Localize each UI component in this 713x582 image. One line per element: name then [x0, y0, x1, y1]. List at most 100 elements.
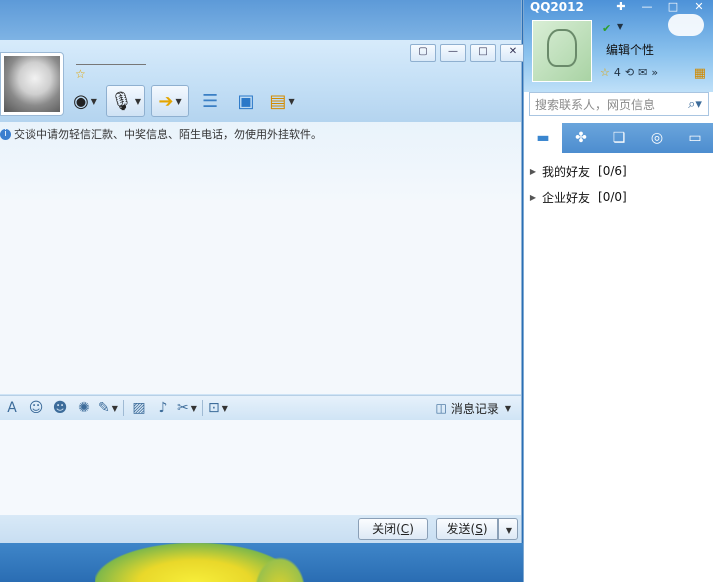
- search-icon[interactable]: ⌕▾: [682, 97, 708, 112]
- close-label-end: ): [409, 522, 414, 536]
- group-count: [0/0]: [598, 190, 627, 204]
- info-icon: i: [0, 128, 11, 140]
- close-button[interactable]: ✕: [688, 0, 710, 13]
- pen-icon: ✎: [98, 400, 110, 416]
- screenshot-button[interactable]: ✂ ▼: [175, 398, 199, 418]
- contact-group[interactable]: ▶ 我的好友 [0/6]: [524, 158, 713, 184]
- expand-arrow-icon: ▶: [529, 166, 537, 176]
- vip-emoji-button[interactable]: ☻: [48, 398, 72, 418]
- magic-emoji-button[interactable]: ✺: [72, 398, 96, 418]
- notice-text: 交谈中请勿轻信汇款、中奖信息、陌生电话，勿使用外挂软件。: [14, 128, 322, 141]
- close-label: 关闭(: [372, 522, 401, 536]
- tab-contacts[interactable]: ▬: [524, 123, 562, 153]
- webcam-icon: ◉: [73, 90, 89, 112]
- contact-groups: ▶ 我的好友 [0/6] ▶ 企业好友 [0/0]: [524, 158, 713, 210]
- contact-search[interactable]: 搜索联系人，网页信息 ⌕▾: [529, 92, 709, 116]
- close-button[interactable]: 关闭(C): [358, 518, 428, 540]
- chevron-down-icon: ▼: [175, 96, 182, 106]
- image-icon: ▨: [132, 400, 146, 416]
- online-status-icon[interactable]: ✔: [602, 22, 611, 35]
- multi-chat-button[interactable]: ☰: [195, 86, 225, 116]
- chevron-down-icon: ▼: [90, 96, 97, 106]
- tab-weibo[interactable]: ◎: [638, 123, 676, 153]
- skin-button[interactable]: ▢: [410, 44, 436, 62]
- history-label: 消息记录: [450, 401, 499, 416]
- star-icon: ☆: [75, 67, 86, 81]
- app-button[interactable]: ▤ ▼: [267, 86, 297, 116]
- emoji-button[interactable]: ☺: [24, 398, 48, 418]
- weibo-icon: ◎: [650, 130, 664, 146]
- voice-button[interactable]: 🎙 ▼: [106, 85, 146, 117]
- chat-window: ☆ ▢ — □ ✕ ◉ ▼ 🎙 ▼ ➔ ▼ ☰ ▣ ▤ ▼ i 交谈中请勿轻信汇款、中奖…: [0, 0, 526, 543]
- qzone-icon[interactable]: ⟲: [625, 66, 634, 79]
- maximize-button[interactable]: □: [662, 0, 684, 13]
- contact-group[interactable]: ▶ 企业好友 [0/0]: [524, 184, 713, 210]
- avatar-image: [4, 56, 60, 112]
- chevron-down-icon[interactable]: ▼: [617, 22, 623, 31]
- vip-face-icon: ☻: [52, 400, 68, 416]
- qq-title: QQ2012: [530, 0, 584, 14]
- font-button[interactable]: A: [0, 398, 24, 418]
- tab-groups[interactable]: ✤: [562, 123, 600, 153]
- more-icon[interactable]: »: [651, 66, 658, 79]
- send-button[interactable]: 发送(S): [436, 518, 498, 540]
- qq-main-panel: QQ2012 ✚ — □ ✕ ✔ ▼ 编辑个性 ☆ 4 ⟲ ✉ » ▦ 搜索联系…: [523, 0, 713, 582]
- minimize-button[interactable]: —: [636, 0, 658, 13]
- send-image-button[interactable]: ▨: [127, 398, 151, 418]
- qq-tabs: ▬ ✤ ❏ ◎ ▭: [524, 123, 713, 153]
- qq-window-controls: ✚ — □ ✕: [610, 0, 710, 13]
- chat-list-icon: ☰: [201, 90, 219, 112]
- chevron-down-icon: ▼: [190, 403, 197, 413]
- music-button[interactable]: ♪: [151, 398, 175, 418]
- history-icon: ◫: [435, 401, 447, 415]
- clover-icon: ✤: [575, 130, 587, 146]
- chevron-down-icon: ▼: [504, 403, 511, 413]
- mail-icon[interactable]: ✉: [638, 66, 647, 79]
- minimize-button[interactable]: —: [440, 44, 466, 62]
- close-shortcut: C: [400, 522, 410, 536]
- group-count: [0/6]: [598, 164, 627, 178]
- video-button[interactable]: ◉ ▼: [70, 86, 100, 116]
- send-shortcut: S: [475, 522, 483, 536]
- group-name: 我的好友: [542, 164, 591, 179]
- font-icon: A: [7, 400, 17, 416]
- recent-chat-icon: ▭: [688, 130, 702, 146]
- my-avatar[interactable]: [532, 20, 592, 82]
- contact-name-underline: [76, 64, 146, 65]
- chat-toolbar: ◉ ▼ 🎙 ▼ ➔ ▼ ☰ ▣ ▤ ▼: [70, 84, 297, 118]
- signature[interactable]: 编辑个性: [606, 41, 654, 58]
- app-box-icon[interactable]: ▦: [694, 66, 706, 81]
- tab-discussions[interactable]: ❏: [600, 123, 638, 153]
- toolbox-button[interactable]: ⊡ ▼: [206, 398, 230, 418]
- settings-icon[interactable]: ✚: [610, 0, 632, 13]
- monitor-icon: ▣: [237, 90, 255, 112]
- maximize-button[interactable]: □: [470, 44, 496, 62]
- tab-recent[interactable]: ▭: [676, 123, 713, 153]
- remote-desktop-button[interactable]: ▣: [231, 86, 261, 116]
- message-history-button[interactable]: ◫ 消息记录 ▼: [435, 396, 511, 420]
- desktop-flower-2: [250, 551, 310, 582]
- chevron-down-icon: ▼: [111, 403, 118, 413]
- send-options-button[interactable]: ▼: [498, 518, 518, 540]
- chevron-down-icon: ▼: [221, 403, 228, 413]
- microphone-icon: 🎙: [110, 90, 133, 112]
- handwriting-button[interactable]: ✎ ▼: [96, 398, 120, 418]
- level-star-icon[interactable]: ☆: [600, 66, 610, 79]
- scissors-icon: ✂: [177, 400, 189, 416]
- message-input[interactable]: [0, 420, 521, 515]
- search-input[interactable]: 搜索联系人，网页信息: [530, 96, 682, 113]
- qq-status-icons: ☆ 4 ⟲ ✉ »: [600, 66, 658, 79]
- weather-cloud-icon[interactable]: [668, 14, 704, 36]
- desktop-background: [0, 543, 523, 582]
- notebook-icon: ▤: [269, 90, 287, 112]
- expand-arrow-icon: ▶: [529, 192, 537, 202]
- group-name: 企业好友: [542, 190, 591, 205]
- contact-avatar[interactable]: [0, 52, 64, 116]
- send-file-button[interactable]: ➔ ▼: [151, 85, 190, 117]
- level-number: 4: [613, 66, 621, 79]
- message-history-area[interactable]: [0, 122, 521, 394]
- magic-face-icon: ✺: [78, 400, 90, 416]
- toolbar-divider: [123, 400, 124, 416]
- chat-window-controls: ▢ — □ ✕: [410, 44, 526, 62]
- bubbles-icon: ❏: [612, 130, 626, 146]
